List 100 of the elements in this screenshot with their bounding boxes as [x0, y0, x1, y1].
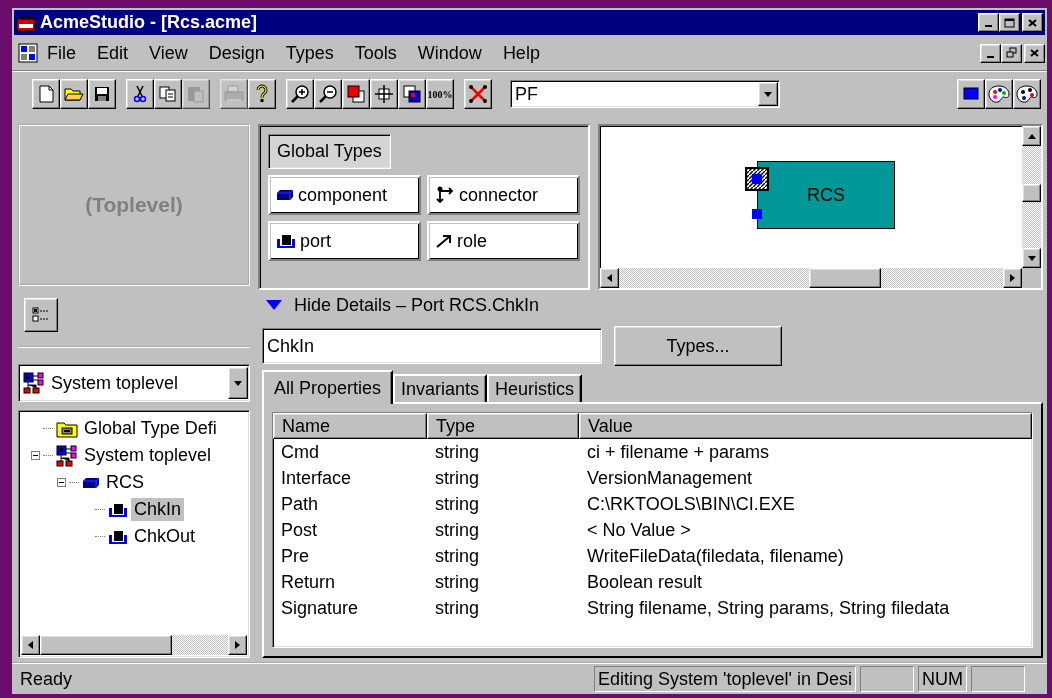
folder-icon	[64, 86, 84, 102]
toolbar-button[interactable]: 100%	[426, 79, 454, 109]
left-arrow-icon	[607, 274, 612, 282]
arrow-icon	[435, 233, 453, 249]
question-mark-icon	[256, 84, 268, 104]
scrollbar-thumb[interactable]	[40, 635, 172, 655]
folder-icon	[56, 419, 78, 438]
table-cell-text: string	[434, 519, 480, 541]
toolbar-button[interactable]	[985, 79, 1013, 109]
restore-button[interactable]	[1001, 43, 1022, 63]
toolbar-button[interactable]	[126, 79, 154, 109]
tree-item[interactable]: ChkOut	[131, 525, 199, 548]
menu-item[interactable]: Help	[493, 40, 552, 66]
network-icon	[56, 444, 78, 467]
status-pane: Editing System 'toplevel' in Desi	[594, 666, 856, 692]
tab[interactable]: Invariants	[393, 374, 488, 402]
close-button[interactable]	[1022, 13, 1043, 32]
square-icon	[963, 87, 979, 101]
menu-item[interactable]: Tools	[345, 40, 409, 66]
column-header[interactable]: Value	[579, 413, 1032, 439]
block-icon	[82, 475, 100, 490]
global-types-tab[interactable]: Global Types	[268, 134, 391, 169]
scrollbar-thumb[interactable]	[809, 268, 881, 288]
table-cell-text: Pre	[280, 545, 310, 567]
tab[interactable]: All Properties	[262, 370, 394, 404]
toolbox-icon	[16, 13, 36, 32]
name-field[interactable]: ChkIn	[262, 328, 602, 364]
tree-item[interactable]: System toplevel	[81, 444, 215, 467]
close-button[interactable]	[1024, 43, 1045, 63]
toggle-view-button[interactable]	[24, 298, 58, 332]
component-box[interactable]: RCS	[757, 161, 895, 229]
selected-port[interactable]	[745, 167, 769, 191]
toolbar-button[interactable]	[342, 79, 370, 109]
minimize-button[interactable]	[980, 43, 1001, 63]
menu-item[interactable]: File	[38, 40, 88, 66]
minus-icon	[31, 451, 40, 460]
scrollbar-thumb[interactable]	[1022, 184, 1041, 202]
paint-palette-icon	[988, 84, 1010, 104]
scroll-down-button[interactable]	[1022, 248, 1041, 268]
right-arrow-icon	[235, 641, 240, 649]
toolbar-button[interactable]	[314, 79, 342, 109]
table-cell-text: string	[434, 545, 480, 567]
palette-item[interactable]: role	[427, 221, 580, 261]
toolbar-button[interactable]	[398, 79, 426, 109]
details-toggle-label[interactable]: Hide Details – Port RCS.ChkIn	[294, 294, 540, 316]
table-cell-text: Cmd	[280, 441, 320, 463]
menu-item[interactable]: Window	[408, 40, 494, 66]
scroll-right-button[interactable]	[228, 635, 247, 655]
dropdown-field[interactable]: PF	[510, 80, 780, 108]
menu-item[interactable]: View	[140, 40, 200, 66]
crosshair-icon	[374, 84, 394, 104]
toolbar-button[interactable]	[370, 79, 398, 109]
toolbar-button[interactable]	[248, 79, 276, 109]
collapse-toggle[interactable]	[31, 451, 40, 460]
collapse-toggle[interactable]	[57, 478, 66, 487]
clipboard-icon	[187, 85, 205, 103]
status-pane	[971, 666, 1025, 692]
maximize-icon	[1003, 16, 1016, 29]
table-cell-text: string	[434, 441, 480, 463]
scroll-left-button[interactable]	[600, 268, 619, 288]
toolbar-button[interactable]	[154, 79, 182, 109]
palette-item[interactable]: port	[268, 221, 421, 261]
column-header[interactable]: Name	[273, 413, 427, 439]
palette-item[interactable]: connector	[427, 175, 580, 215]
toolbar-button[interactable]	[286, 79, 314, 109]
dropdown-field[interactable]: System toplevel	[18, 364, 250, 402]
minus-icon	[57, 478, 66, 487]
toolbar-button[interactable]	[32, 79, 60, 109]
minimize-icon	[987, 55, 994, 58]
menu-item[interactable]: Edit	[88, 40, 141, 66]
table-cell-text: VersionManagement	[586, 467, 754, 489]
menu-item[interactable]: Design	[199, 40, 277, 66]
checklist-icon	[32, 307, 50, 323]
scroll-up-button[interactable]	[1022, 126, 1041, 146]
placeholder-label: (Toplevel)	[85, 193, 183, 217]
tree-item[interactable]: ChkIn	[131, 498, 185, 521]
status-pane	[860, 666, 914, 692]
palette-item[interactable]: component	[268, 175, 421, 215]
collapse-triangle-icon	[266, 300, 282, 310]
tree-item[interactable]: RCS	[103, 471, 147, 494]
right-arrow-icon	[1010, 274, 1015, 282]
tab[interactable]: Heuristics	[487, 374, 583, 402]
toolbar-button[interactable]	[957, 79, 985, 109]
toolbar-button[interactable]	[60, 79, 88, 109]
tree-item[interactable]: Global Type Defi	[81, 417, 220, 440]
scroll-right-button[interactable]	[1003, 268, 1022, 288]
block-icon	[276, 188, 294, 202]
maximize-button[interactable]	[999, 13, 1020, 32]
diagram-canvas[interactable]: RCS	[601, 127, 1022, 268]
minimize-button[interactable]	[978, 13, 999, 32]
menu-item[interactable]: Types	[276, 40, 346, 66]
column-header[interactable]: Type	[427, 413, 579, 439]
scroll-left-button[interactable]	[21, 635, 40, 655]
down-arrow-icon	[1027, 255, 1036, 261]
toolbar-button[interactable]	[464, 79, 492, 109]
toolbar-button[interactable]	[88, 79, 116, 109]
types-button[interactable]: Types...	[614, 326, 782, 366]
toolbar-button[interactable]	[1013, 79, 1041, 109]
table-cell-text: Signature	[280, 597, 360, 619]
printer-icon	[224, 85, 244, 103]
